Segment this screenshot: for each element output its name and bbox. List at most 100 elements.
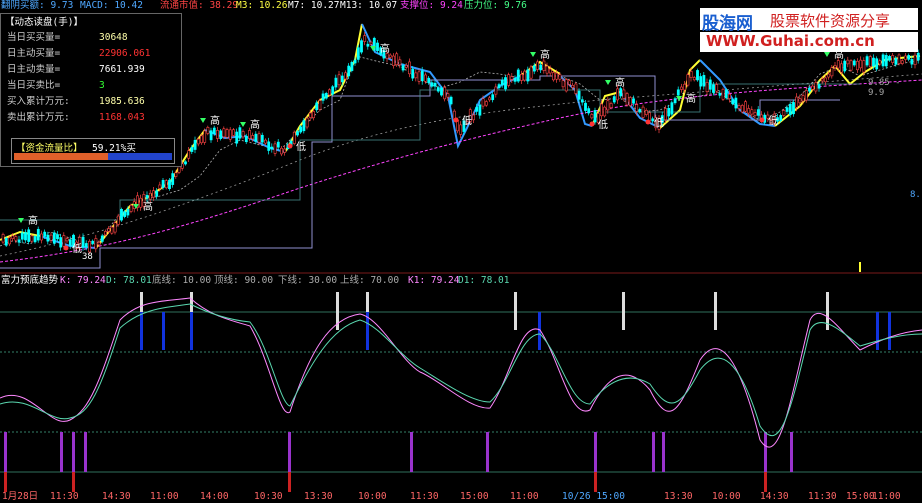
candle-body	[830, 67, 834, 77]
candle-body	[139, 197, 143, 208]
kd-floor-line: 底线: 10.00	[152, 275, 212, 286]
candle-body	[238, 127, 242, 139]
candle-body	[440, 87, 443, 96]
kd-lower-line: 下线: 30.00	[278, 275, 338, 286]
candle-body	[756, 109, 760, 116]
candle-body	[840, 63, 843, 73]
candle-body	[526, 69, 530, 82]
candle-body	[113, 222, 117, 233]
candle-body	[670, 102, 674, 115]
candle-body	[804, 90, 808, 101]
candle-body	[555, 72, 559, 80]
candle-body	[696, 70, 699, 81]
candle-body	[913, 54, 917, 65]
candle-body	[712, 84, 715, 93]
candle-body	[126, 209, 130, 216]
candle-body	[104, 231, 107, 236]
candle-body	[206, 127, 210, 134]
logo-brand: 股海网	[702, 14, 753, 34]
time-axis-label: 14:00	[200, 491, 229, 502]
fund-flow-buy-fill	[14, 153, 108, 160]
indicator-bars	[4, 292, 891, 492]
time-axis-label: 10:30	[254, 491, 283, 502]
time-axis-label: 13:30	[304, 491, 333, 502]
candle-body	[360, 40, 363, 53]
candle-body	[721, 88, 725, 100]
candle-body	[155, 190, 159, 197]
indicator-bar	[72, 432, 75, 472]
candle-body	[49, 234, 53, 241]
candle-body	[488, 97, 491, 101]
candle-body	[4, 237, 8, 246]
candle-body	[225, 129, 229, 138]
indicator-bar	[140, 312, 143, 350]
signal-high-arrow	[240, 122, 246, 127]
candle-body	[20, 232, 24, 240]
candle-body	[276, 141, 280, 148]
indicator-bar	[876, 312, 879, 350]
candle-body	[673, 98, 677, 104]
candle-body	[817, 84, 821, 89]
candle-body	[222, 128, 226, 138]
signal-low-dot	[645, 119, 651, 125]
indicator-bar	[190, 312, 193, 350]
candle-body	[110, 226, 114, 234]
candle-body	[251, 135, 255, 140]
candle-body	[161, 179, 165, 188]
candle-body	[408, 61, 411, 75]
candle-body	[356, 47, 360, 60]
candle-body	[625, 93, 629, 106]
candle-body	[811, 85, 815, 90]
candle-body	[340, 75, 344, 83]
time-axis-label: 15:00	[846, 491, 875, 502]
candle-body	[116, 215, 120, 225]
candle-body	[184, 161, 187, 165]
candle-body	[584, 102, 587, 111]
candle-body	[568, 80, 571, 85]
right-axis-label: 8.	[910, 190, 921, 200]
indicator-bar	[486, 432, 489, 472]
candle-body	[542, 60, 546, 71]
candle-body	[891, 55, 895, 63]
candle-body	[907, 55, 911, 60]
candle-body	[174, 172, 178, 177]
dynamic-reading-panel: 【动态读盘(手)】 当日买买量= 30648 日主动买量= 22906.061 日主动卖…	[0, 13, 182, 167]
kd-top-line: 顶线: 90.00	[214, 275, 274, 286]
signal-high-label: 高	[686, 92, 696, 105]
candle-body	[680, 86, 683, 90]
candle-body	[27, 229, 31, 242]
candle-body	[443, 87, 447, 100]
panel-row-value: 1168.043	[99, 112, 145, 123]
candle-body	[56, 234, 59, 240]
candle-body	[740, 105, 744, 113]
candle-body	[171, 173, 175, 185]
candle-body	[88, 240, 91, 253]
indicator-bar	[714, 292, 717, 330]
candle-body	[203, 130, 207, 143]
candle-body	[305, 117, 309, 128]
panel-row-value: 1985.636	[99, 96, 145, 107]
candle-body	[376, 42, 379, 51]
indicator-bar	[60, 432, 63, 472]
candle-body	[795, 96, 799, 108]
candle-body	[296, 131, 299, 136]
candle-body	[894, 57, 898, 65]
candle-body	[552, 72, 555, 81]
candle-body	[715, 84, 719, 92]
candle-body	[884, 55, 888, 67]
candle-body	[731, 99, 735, 105]
candle-body	[404, 65, 408, 68]
candle-body	[587, 108, 591, 114]
candle-body	[84, 243, 88, 248]
candle-body	[33, 236, 37, 243]
candle-body	[571, 84, 575, 88]
candle-body	[500, 79, 504, 86]
signal-high-arrow	[605, 80, 611, 85]
candle-body	[366, 43, 370, 47]
candle-body	[619, 88, 623, 97]
candle-body	[280, 147, 283, 155]
candle-body	[564, 79, 568, 92]
signal-low-label: 低	[72, 242, 82, 255]
candle-body	[539, 64, 543, 71]
candle-body	[337, 74, 341, 86]
